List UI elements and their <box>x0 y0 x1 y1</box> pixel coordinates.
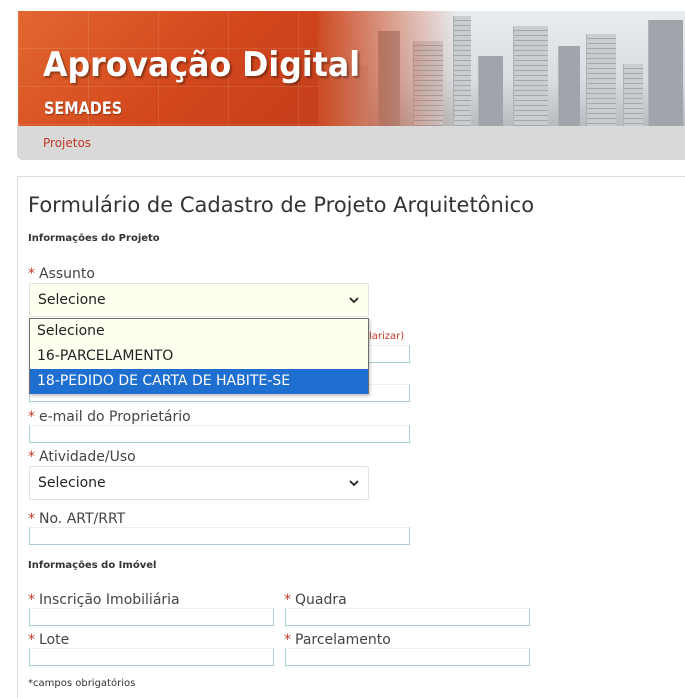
dropdown-option-highlighted[interactable]: 18-PEDIDO DE CARTA DE HABITE-SE <box>30 369 368 394</box>
email-owner-label: * e-mail do Proprietário <box>28 409 191 425</box>
header-banner: Aprovação Digital SEMADES <box>18 11 685 126</box>
atividade-select[interactable]: Selecione <box>29 466 369 500</box>
quadra-label: * Quadra <box>284 592 347 608</box>
inscricao-field[interactable] <box>29 608 274 626</box>
app-subtitle: SEMADES <box>44 99 123 119</box>
art-rrt-field[interactable] <box>29 527 410 545</box>
chevron-down-icon <box>349 480 359 487</box>
assunto-selected-value: Selecione <box>38 292 106 308</box>
partial-hint-text: larizar) <box>369 331 405 342</box>
atividade-label: * Atividade/Uso <box>28 449 136 465</box>
required-fields-note: *campos obrigatórios <box>28 678 136 689</box>
required-mark: * <box>28 266 35 282</box>
nav-item-projetos[interactable]: Projetos <box>43 136 91 150</box>
app-title: Aprovação Digital <box>43 45 361 85</box>
nav-bar: Projetos <box>17 126 685 160</box>
parcelamento-label: * Parcelamento <box>284 632 391 648</box>
section-heading-project: Informações do Projeto <box>28 233 160 244</box>
lote-field[interactable] <box>29 648 274 666</box>
quadra-field[interactable] <box>285 608 530 626</box>
inscricao-label: * Inscrição Imobiliária <box>28 592 180 608</box>
dropdown-option[interactable]: Selecione <box>30 319 368 344</box>
dropdown-option[interactable]: 16-PARCELAMENTO <box>30 344 368 369</box>
assunto-select[interactable]: Selecione <box>29 283 369 317</box>
chevron-down-icon <box>349 297 359 304</box>
assunto-dropdown-list: Selecione 16-PARCELAMENTO 18-PEDIDO DE C… <box>29 318 369 394</box>
lote-label: * Lote <box>28 632 70 648</box>
page-title: Formulário de Cadastro de Projeto Arquit… <box>28 193 535 217</box>
parcelamento-field[interactable] <box>285 648 530 666</box>
section-heading-property: Informações do Imóvel <box>28 560 157 571</box>
art-rrt-label: * No. ART/RRT <box>28 511 126 527</box>
atividade-selected-value: Selecione <box>38 475 106 491</box>
assunto-label: * Assunto <box>28 266 95 282</box>
email-owner-field[interactable] <box>29 425 410 443</box>
